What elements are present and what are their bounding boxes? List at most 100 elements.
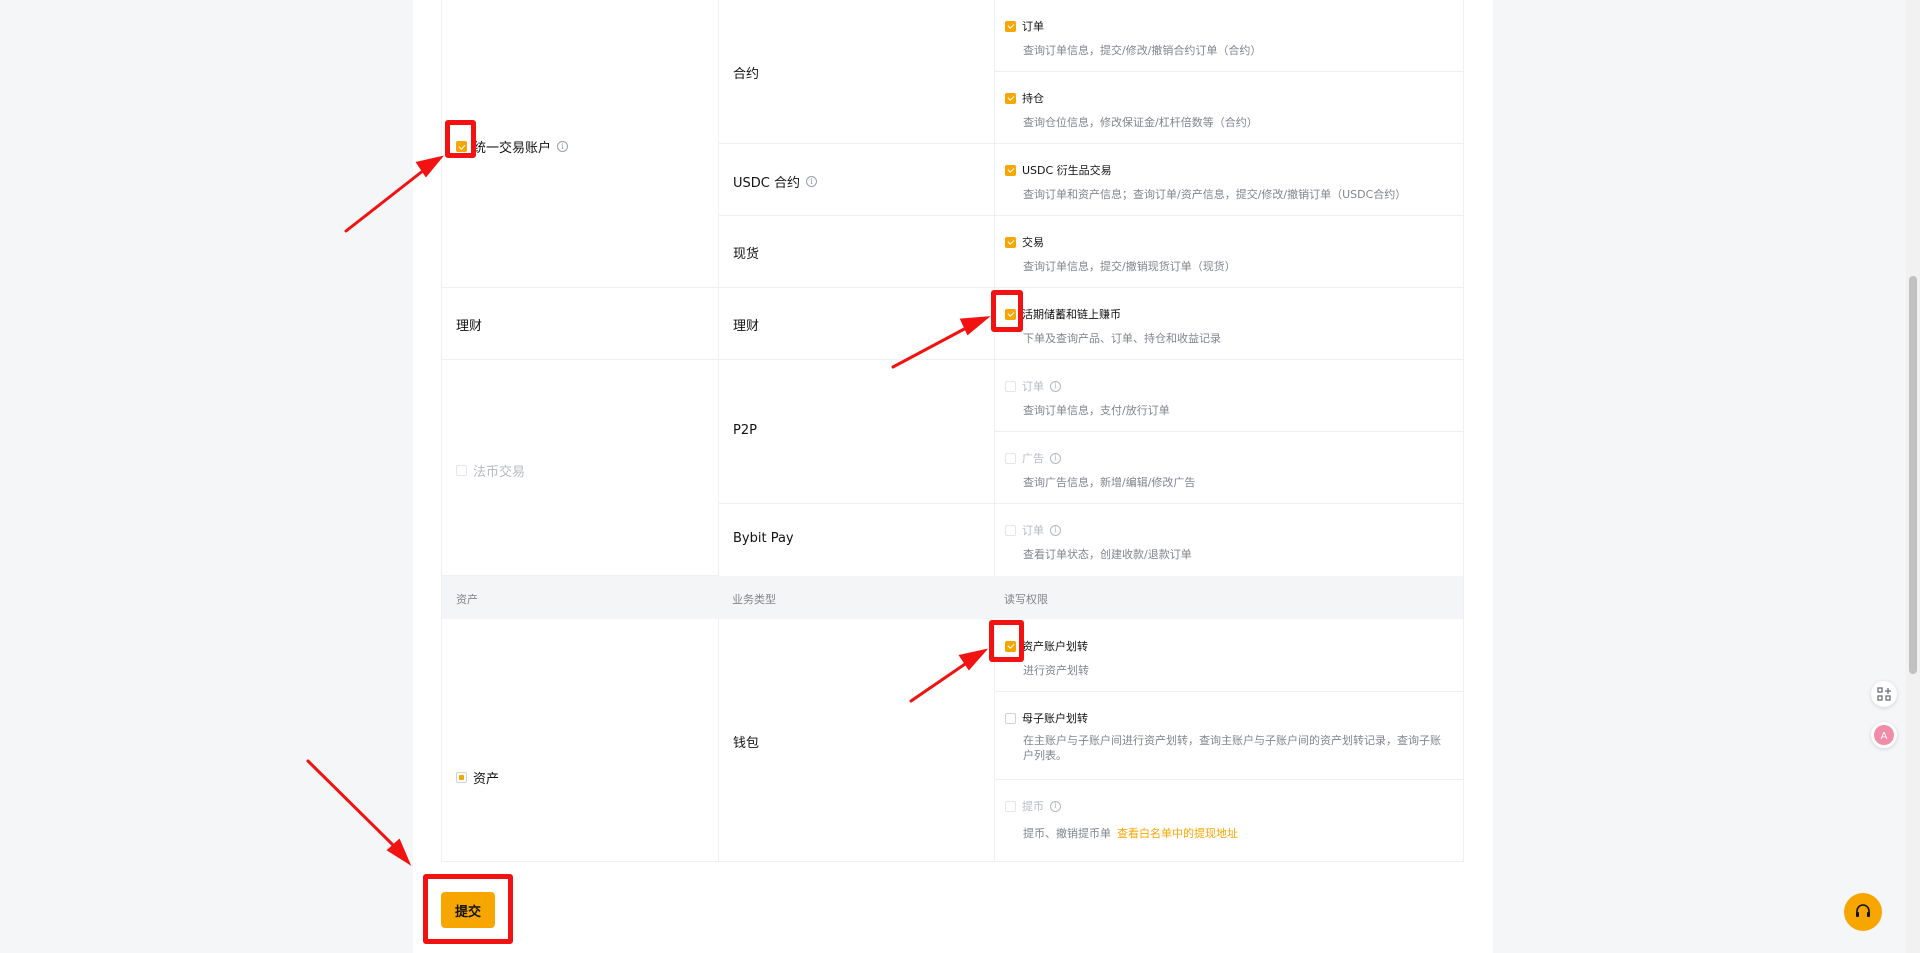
header-permissions: 读写权限: [1004, 593, 1048, 606]
perm-contract-order: 订单 查询订单信息，提交/修改/撤销合约订单（合约）: [1005, 18, 1261, 58]
business-wallet-label: 钱包: [733, 736, 760, 751]
headset-icon[interactable]: [1844, 893, 1882, 931]
perm-spot-trade: 交易 查询订单信息，提交/撤销现货订单（现货）: [1005, 234, 1236, 274]
perm-label: 提币: [1022, 800, 1044, 813]
perm-cell-contract-position: 持仓 查询仓位信息，修改保证金/杠杆倍数等（合约）: [994, 72, 1463, 144]
assets-checkbox[interactable]: [456, 772, 467, 783]
info-icon[interactable]: i: [806, 176, 817, 187]
perm-cell-contract-order: 订单 查询订单信息，提交/修改/撤销合约订单（合约）: [994, 0, 1463, 72]
business-p2p-label: P2P: [733, 423, 757, 438]
spot-trade-checkbox[interactable]: [1005, 236, 1016, 248]
business-usdc: USDC 合约 i: [733, 172, 817, 191]
perm-label: 订单: [1022, 524, 1044, 537]
business-bybitpay-label: Bybit Pay: [733, 531, 794, 546]
business-earn-label: 理财: [733, 319, 760, 334]
contract-position-checkbox[interactable]: [1005, 92, 1016, 104]
withdraw-checkbox[interactable]: [1005, 800, 1016, 812]
highlight-box-earn: [991, 290, 1023, 332]
perm-earn-savings: 活期储蓄和链上赚币 下单及查询产品、订单、持仓和收益记录: [1005, 306, 1221, 346]
perm-label: 母子账户划转: [1022, 712, 1088, 725]
business-cell-contract: 合约: [718, 0, 994, 144]
perm-label: 活期储蓄和链上赚币: [1022, 308, 1121, 321]
category-cell-earn: 理财: [442, 288, 718, 360]
perm-desc: 查询仓位信息，修改保证金/杠杆倍数等（合约）: [1023, 116, 1258, 129]
perm-desc: 下单及查询产品、订单、持仓和收益记录: [1023, 332, 1221, 345]
perm-cell-pay-order: 订单 i 查看订单状态，创建收款/退款订单: [994, 504, 1463, 576]
perm-desc: 在主账户与子账户间进行资产划转，查询主账户与子账户间的资产划转记录，查询子账户列…: [1023, 734, 1441, 762]
perm-cell-sub-transfer: 母子账户划转 在主账户与子账户间进行资产划转，查询主账户与子账户间的资产划转记录…: [994, 692, 1463, 780]
header-business-type: 业务类型: [732, 593, 776, 606]
whitelist-link[interactable]: 查看白名单中的提现地址: [1117, 827, 1238, 840]
perm-p2p-ad: 广告 i 查询广告信息，新增/编辑/修改广告: [1005, 450, 1195, 490]
pay-order-checkbox[interactable]: [1005, 524, 1016, 536]
category-unified-label: 统一交易账户: [473, 141, 552, 156]
p2p-ad-checkbox[interactable]: [1005, 452, 1016, 464]
perm-desc: 查询订单信息，提交/撤销现货订单（现货）: [1023, 260, 1236, 273]
arrow-head-submit: [386, 838, 412, 866]
business-cell-p2p: P2P: [718, 360, 994, 504]
info-icon[interactable]: i: [1050, 380, 1061, 392]
perm-cell-p2p-order: 订单 i 查询订单信息，支付/放行订单: [994, 360, 1463, 432]
header-assets: 资产: [456, 593, 478, 606]
perm-cell-p2p-ad: 广告 i 查询广告信息，新增/编辑/修改广告: [994, 432, 1463, 504]
sub-transfer-checkbox[interactable]: [1005, 712, 1016, 724]
perm-pay-order: 订单 i 查看订单状态，创建收款/退款订单: [1005, 522, 1192, 562]
perm-label: 持仓: [1022, 92, 1044, 105]
translate-icon[interactable]: A: [1871, 722, 1897, 748]
arrow-to-submit: [306, 759, 398, 850]
usdc-derivatives-checkbox[interactable]: [1005, 164, 1016, 176]
category-fiat-label: 法币交易: [473, 465, 526, 480]
perm-cell-spot: 交易 查询订单信息，提交/撤销现货订单（现货）: [994, 216, 1463, 288]
scan-icon[interactable]: [1871, 681, 1897, 707]
perm-label: USDC 衍生品交易: [1022, 164, 1112, 177]
perm-desc: 查询订单信息，支付/放行订单: [1023, 404, 1170, 417]
perm-label: 订单: [1022, 380, 1044, 393]
info-icon[interactable]: i: [1050, 524, 1061, 536]
business-usdc-label: USDC 合约: [733, 176, 800, 191]
highlight-box-asset-transfer: [989, 620, 1024, 662]
perm-label: 资产账户划转: [1022, 640, 1088, 653]
perm-label: 交易: [1022, 236, 1044, 249]
perm-label: 订单: [1022, 20, 1044, 33]
category-fiat[interactable]: 法币交易: [456, 461, 525, 480]
perm-label: 广告: [1022, 452, 1044, 465]
fiat-checkbox[interactable]: [456, 465, 467, 476]
perm-desc: 查看订单状态，创建收款/退款订单: [1023, 548, 1192, 561]
perm-cell-earn: 活期储蓄和链上赚币 下单及查询产品、订单、持仓和收益记录: [994, 288, 1463, 360]
category-cell-assets: 资产: [442, 619, 718, 862]
scrollbar-thumb[interactable]: [1909, 276, 1917, 674]
perm-desc: 查询订单信息，提交/修改/撤销合约订单（合约）: [1023, 44, 1262, 57]
info-icon[interactable]: i: [1050, 800, 1061, 812]
category-cell-unified: 统一交易账户 i: [442, 0, 718, 288]
perm-desc: 查询订单和资产信息；查询订单/资产信息，提交/修改/撤销订单（USDC合约）: [1023, 188, 1407, 201]
perm-cell-withdraw: 提币 i 提币、撤销提币单 查看白名单中的提现地址: [994, 780, 1463, 862]
business-cell-earn: 理财: [718, 288, 994, 360]
info-icon[interactable]: i: [557, 141, 569, 152]
perm-p2p-order: 订单 i 查询订单信息，支付/放行订单: [1005, 378, 1170, 418]
assets-table-header: 资产 业务类型 读写权限: [442, 576, 1463, 619]
perm-desc: 进行资产划转: [1023, 664, 1089, 677]
info-icon[interactable]: i: [1050, 452, 1061, 464]
perm-sub-transfer: 母子账户划转 在主账户与子账户间进行资产划转，查询主账户与子账户间的资产划转记录…: [1005, 710, 1445, 763]
perm-cell-usdc: USDC 衍生品交易 查询订单和资产信息；查询订单/资产信息，提交/修改/撤销订…: [994, 144, 1463, 216]
business-cell-usdc: USDC 合约 i: [718, 144, 994, 216]
perm-desc: 查询广告信息，新增/编辑/修改广告: [1023, 476, 1196, 489]
category-earn-label: 理财: [456, 319, 483, 334]
business-spot-label: 现货: [733, 247, 760, 262]
perm-cell-asset-transfer: 资产账户划转 进行资产划转: [994, 619, 1463, 692]
business-cell-wallet: 钱包: [718, 619, 994, 862]
perm-contract-position: 持仓 查询仓位信息，修改保证金/杠杆倍数等（合约）: [1005, 90, 1258, 130]
category-assets-label: 资产: [473, 772, 500, 787]
business-contract-label: 合约: [733, 67, 760, 82]
highlight-box-submit: [423, 874, 513, 944]
business-cell-spot: 现货: [718, 216, 994, 288]
highlight-box-unified: [445, 120, 476, 158]
category-assets[interactable]: 资产: [456, 768, 499, 787]
permissions-table: 统一交易账户 i 理财 法币交易 合约 USDC 合约 i 现货 理财 P2P …: [441, 0, 1464, 862]
contract-order-checkbox[interactable]: [1005, 20, 1016, 32]
svg-text:A: A: [1881, 731, 1888, 742]
business-cell-bybitpay: Bybit Pay: [718, 504, 994, 576]
perm-desc: 提币、撤销提币单: [1023, 827, 1111, 840]
perm-usdc-derivatives: USDC 衍生品交易 查询订单和资产信息；查询订单/资产信息，提交/修改/撤销订…: [1005, 162, 1406, 202]
p2p-order-checkbox[interactable]: [1005, 380, 1016, 392]
